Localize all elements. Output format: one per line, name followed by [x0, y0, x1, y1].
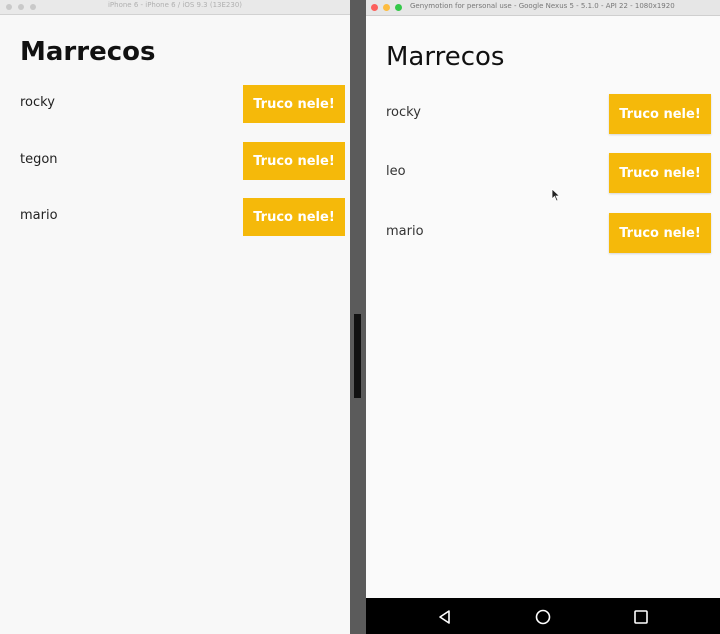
- page-title: Marrecos: [386, 42, 505, 72]
- list-item: mario Truco nele!: [366, 213, 720, 253]
- duck-name: leo: [386, 164, 406, 179]
- truco-button[interactable]: Truco nele!: [609, 153, 711, 193]
- duck-name: rocky: [386, 105, 421, 120]
- list-item: leo Truco nele!: [366, 153, 720, 193]
- page-title: Marrecos: [20, 37, 156, 67]
- android-window-title: Genymotion for personal use - Google Nex…: [410, 2, 675, 10]
- ios-window-titlebar[interactable]: iPhone 6 - iPhone 6 / iOS 9.3 (13E230): [0, 0, 350, 15]
- back-icon[interactable]: [436, 608, 454, 626]
- list-item: tegon Truco nele!: [0, 142, 350, 180]
- ios-window-title: iPhone 6 - iPhone 6 / iOS 9.3 (13E230): [107, 1, 243, 9]
- truco-button[interactable]: Truco nele!: [243, 142, 345, 180]
- recents-icon[interactable]: [632, 608, 650, 626]
- truco-button[interactable]: Truco nele!: [243, 198, 345, 236]
- ios-app-screen: Marrecos rocky Truco nele! tegon Truco n…: [0, 15, 350, 634]
- android-window-titlebar[interactable]: Genymotion for personal use - Google Nex…: [366, 0, 720, 16]
- ios-simulator-window: iPhone 6 - iPhone 6 / iOS 9.3 (13E230) M…: [0, 0, 350, 634]
- list-item: rocky Truco nele!: [0, 85, 350, 123]
- minimize-window-button[interactable]: [383, 4, 390, 11]
- zoom-window-button[interactable]: [395, 4, 402, 11]
- list-item: mario Truco nele!: [0, 198, 350, 236]
- mouse-cursor-icon: [551, 188, 561, 202]
- android-emulator-window: Genymotion for personal use - Google Nex…: [366, 0, 720, 634]
- list-item: rocky Truco nele!: [366, 94, 720, 134]
- duck-name: rocky: [20, 95, 55, 110]
- truco-button[interactable]: Truco nele!: [609, 213, 711, 253]
- home-icon[interactable]: [534, 608, 552, 626]
- truco-button[interactable]: Truco nele!: [243, 85, 345, 123]
- duck-name: tegon: [20, 152, 58, 167]
- duck-name: mario: [20, 208, 58, 223]
- android-app-screen: Marrecos rocky Truco nele! leo Truco nel…: [366, 16, 720, 598]
- truco-button[interactable]: Truco nele!: [609, 94, 711, 134]
- scrollbar-handle[interactable]: [354, 314, 361, 398]
- android-window-controls: [371, 4, 402, 11]
- duck-name: mario: [386, 224, 424, 239]
- close-window-button[interactable]: [371, 4, 378, 11]
- android-navigation-bar: [366, 598, 720, 634]
